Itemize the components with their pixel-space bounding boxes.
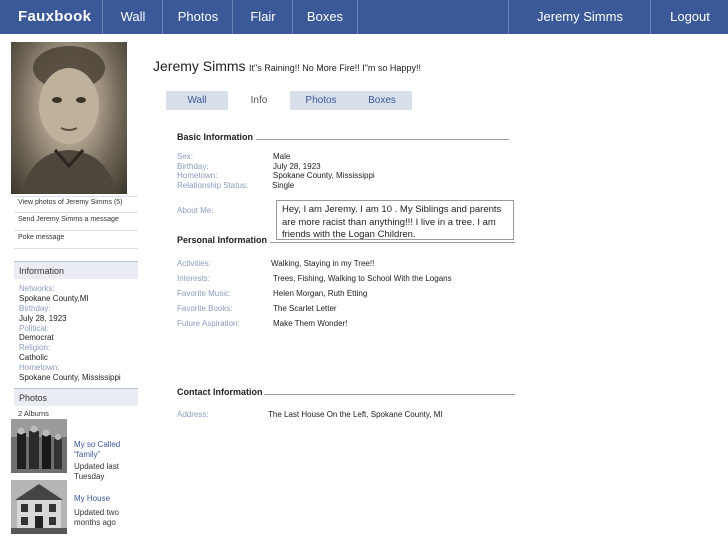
personal-key-books: Favorite Books:: [177, 304, 233, 313]
personal-value-activities: Walking, Staying in my Tree!!: [271, 259, 375, 268]
divider: [14, 248, 138, 249]
personal-value-books: The Scarlet Letter: [273, 304, 337, 313]
basic-key-about: About Me:: [177, 206, 214, 215]
personal-value-aspiration: Make Them Wonder!: [273, 319, 348, 328]
info-key-birthday: Birthday:: [19, 304, 51, 313]
album-thumbnail-house[interactable]: [11, 480, 67, 534]
basic-key-birthday: Birthday:: [177, 162, 209, 171]
profile-photo[interactable]: [11, 42, 127, 194]
logout-button[interactable]: Logout: [650, 0, 728, 34]
tab-photos[interactable]: Photos: [290, 91, 352, 110]
album-thumbnail-family[interactable]: [11, 419, 67, 473]
personal-key-aspiration: Future Aspiration:: [177, 319, 240, 328]
info-key-religion: Religion:: [19, 343, 51, 352]
basic-value-relationship: Single: [272, 181, 295, 190]
album-updated-house: Updated two months ago: [74, 508, 119, 527]
nav-boxes[interactable]: Boxes: [292, 0, 358, 34]
basic-key-relationship: Relationship Status:: [177, 181, 249, 190]
personal-information-header: Personal Information: [177, 235, 268, 245]
tab-boxes[interactable]: Boxes: [352, 91, 412, 110]
personal-key-music: Favorite Music:: [177, 289, 232, 298]
divider: [14, 196, 138, 197]
profile-tabs: Wall Info Photos Boxes: [166, 91, 412, 110]
basic-value-hometown: Spokane County, Mississippi: [273, 171, 375, 180]
info-value-networks[interactable]: Spokane County,MI: [19, 294, 89, 303]
send-message-link[interactable]: Send Jeremy Simms a message: [18, 216, 119, 223]
basic-key-hometown: Hometown:: [177, 171, 218, 180]
album-updated-family: Updated last Tuesday: [74, 462, 119, 481]
poke-link[interactable]: Poke message: [18, 234, 64, 241]
info-value-religion: Catholic: [19, 353, 48, 362]
personal-value-interests: Trees, Fishing, Walking to School With t…: [273, 274, 452, 283]
divider: [256, 139, 509, 140]
info-value-birthday: July 28, 1923: [19, 314, 67, 323]
tab-wall[interactable]: Wall: [166, 91, 228, 110]
info-key-hometown: Hometown:: [19, 363, 60, 372]
profile-photo-image: [21, 46, 117, 194]
profile-name: Jeremy Simms: [153, 58, 246, 74]
divider: [14, 230, 138, 231]
contact-information-header: Contact Information: [177, 387, 263, 397]
album-title-family[interactable]: My so Called “family”: [74, 440, 126, 460]
personal-value-music: Helen Morgan, Ruth Etting: [273, 289, 368, 298]
nav-flair[interactable]: Flair: [232, 0, 293, 34]
information-header: Information: [14, 261, 138, 279]
top-navigation-bar: Fauxbook Wall Photos Flair Boxes Jeremy …: [0, 0, 728, 34]
divider: [270, 242, 515, 243]
personal-key-activities: Activities:: [177, 259, 211, 268]
info-key-political: Political:: [19, 324, 49, 333]
info-value-hometown: Spokane County, Mississippi: [19, 373, 121, 382]
album-count: 2 Albums: [18, 409, 49, 418]
basic-key-sex: Sex:: [177, 152, 194, 161]
view-photos-link[interactable]: View photos of Jeremy Simms (5): [18, 199, 123, 206]
status-message: It"s Raining!! No More Fire!! I"m so Hap…: [249, 63, 421, 73]
basic-value-birthday: July 28, 1923: [273, 162, 321, 171]
tab-info[interactable]: Info: [228, 91, 290, 110]
about-me-box: Hey, I am Jeremy. I am 10 . My Siblings …: [276, 200, 514, 240]
nav-wall[interactable]: Wall: [102, 0, 163, 34]
contact-key-address: Address:: [177, 410, 209, 419]
info-value-political: Democrat: [19, 333, 54, 342]
brand-logo[interactable]: Fauxbook: [18, 0, 91, 34]
contact-value-address: The Last House On the Left, Spokane Coun…: [268, 410, 443, 419]
nav-user-name[interactable]: Jeremy Simms: [508, 0, 651, 34]
nav-photos[interactable]: Photos: [162, 0, 233, 34]
album-title-house[interactable]: My House: [74, 494, 126, 504]
info-key-networks: Networks:: [19, 284, 55, 293]
basic-value-sex: Male: [273, 152, 291, 161]
divider: [14, 212, 138, 213]
divider: [264, 394, 515, 395]
photos-header: Photos: [14, 388, 138, 406]
personal-key-interests: Interests:: [177, 274, 210, 283]
basic-information-header: Basic Information: [177, 132, 254, 142]
